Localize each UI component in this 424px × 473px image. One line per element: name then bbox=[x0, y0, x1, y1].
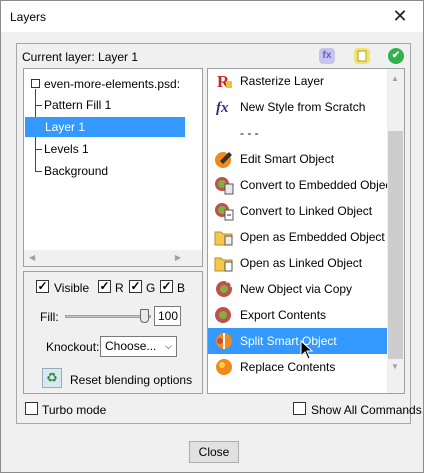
knockout-label: Knockout: bbox=[46, 340, 100, 354]
channel-g-label: G bbox=[146, 281, 156, 295]
knockout-value: Choose... bbox=[105, 339, 157, 353]
command-item[interactable]: - - - bbox=[208, 120, 389, 146]
open-linked-icon bbox=[214, 253, 234, 273]
reset-blending-label[interactable]: Reset blending options bbox=[70, 373, 192, 387]
scroll-corner bbox=[185, 250, 202, 266]
window-close-icon[interactable]: ✕ bbox=[387, 5, 413, 27]
export-contents-icon bbox=[214, 305, 234, 325]
command-label: New Object via Copy bbox=[240, 282, 353, 296]
command-item[interactable]: Open as Linked Object bbox=[208, 250, 389, 276]
tree-connector bbox=[35, 171, 42, 172]
channel-b-checkbox[interactable]: ✓ bbox=[160, 280, 173, 293]
blending-options: ✓ Visible ✓ R ✓ G ✓ B Fill: 100 Knockout… bbox=[23, 271, 203, 394]
close-button[interactable]: Close bbox=[189, 441, 239, 463]
layers-dialog: Layers ✕ Current layer: Layer 1 fx ✔ eve… bbox=[0, 0, 424, 473]
command-item[interactable]: R Rasterize Layer bbox=[208, 69, 389, 94]
command-label: New Style from Scratch bbox=[240, 100, 366, 114]
channel-r-label: R bbox=[115, 281, 124, 295]
edit-smart-object-icon bbox=[214, 149, 234, 169]
command-separator-label: - - - bbox=[240, 126, 259, 140]
command-label: Open as Linked Object bbox=[240, 256, 363, 270]
command-label: Rasterize Layer bbox=[240, 74, 325, 88]
tree-horizontal-scrollbar[interactable]: ◀ ▶ bbox=[24, 250, 186, 266]
command-label: Split Smart Object bbox=[240, 334, 337, 348]
fill-input[interactable]: 100 bbox=[154, 306, 181, 326]
channel-b-label: B bbox=[177, 281, 186, 295]
command-label: Convert to Embedded Object bbox=[240, 178, 395, 192]
current-layer-label: Current layer: Layer 1 bbox=[22, 50, 139, 64]
tree-connector bbox=[35, 149, 42, 150]
tree-item-pattern-fill-1[interactable]: Pattern Fill 1 bbox=[44, 95, 111, 115]
command-item[interactable]: New Object via Copy bbox=[208, 276, 389, 302]
command-item[interactable]: fx New Style from Scratch bbox=[208, 94, 389, 120]
scroll-right-icon[interactable]: ▶ bbox=[175, 253, 181, 262]
fx-style-icon: fx bbox=[214, 97, 234, 117]
command-label: Edit Smart Object bbox=[240, 152, 335, 166]
command-item[interactable]: Convert to Linked Object bbox=[208, 198, 389, 224]
tree-item-levels-1[interactable]: Levels 1 bbox=[44, 139, 89, 159]
visible-checkbox[interactable]: ✓ bbox=[36, 280, 49, 293]
scroll-up-icon[interactable]: ▲ bbox=[391, 74, 399, 83]
command-item[interactable]: Open as Embedded Object bbox=[208, 224, 389, 250]
scroll-down-icon[interactable]: ▼ bbox=[391, 362, 399, 371]
title-bar: Layers ✕ bbox=[1, 1, 423, 32]
channel-r-checkbox[interactable]: ✓ bbox=[98, 280, 111, 293]
window-title: Layers bbox=[10, 10, 47, 24]
tree-root-checkbox[interactable] bbox=[31, 79, 40, 88]
turbo-mode-label: Turbo mode bbox=[42, 403, 107, 417]
commands-vertical-scrollbar[interactable]: ▲ ▼ bbox=[387, 69, 404, 393]
tree-item-layer-1[interactable]: Layer 1 bbox=[25, 117, 185, 137]
svg-text:fx: fx bbox=[216, 100, 229, 116]
check-icon[interactable]: ✔ bbox=[388, 48, 404, 64]
turbo-mode-checkbox[interactable] bbox=[25, 402, 38, 415]
command-label: Export Contents bbox=[240, 308, 327, 322]
smart-object-icon[interactable] bbox=[354, 48, 370, 64]
command-item[interactable]: Convert to Embedded Object bbox=[208, 172, 395, 198]
chevron-down-icon: ⌵ bbox=[165, 341, 172, 351]
command-item[interactable]: Export Contents bbox=[208, 302, 389, 328]
convert-embedded-icon bbox=[214, 175, 234, 195]
fill-slider-thumb[interactable] bbox=[140, 309, 149, 323]
command-label: Replace Contents bbox=[240, 360, 336, 374]
mouse-cursor-icon bbox=[300, 340, 314, 360]
scroll-left-icon[interactable]: ◀ bbox=[29, 253, 35, 262]
convert-linked-icon bbox=[214, 201, 234, 221]
fill-label: Fill: bbox=[40, 310, 59, 324]
new-object-copy-icon bbox=[214, 279, 234, 299]
layer-tree[interactable]: even-more-elements.psd: Pattern Fill 1 L… bbox=[23, 68, 203, 267]
recycle-icon[interactable]: ♻ bbox=[42, 368, 62, 388]
split-smart-object-icon bbox=[214, 331, 234, 351]
command-label: Convert to Linked Object bbox=[240, 204, 373, 218]
knockout-select[interactable]: Choose... ⌵ bbox=[100, 336, 177, 357]
show-all-commands-label: Show All Commands bbox=[311, 403, 422, 417]
rasterize-icon: R bbox=[214, 71, 234, 91]
command-item-selected[interactable]: Split Smart Object bbox=[208, 328, 389, 354]
fill-slider-track[interactable] bbox=[65, 315, 151, 318]
replace-contents-icon bbox=[214, 357, 234, 377]
open-embedded-icon bbox=[214, 227, 234, 247]
show-all-commands-checkbox[interactable] bbox=[293, 402, 306, 415]
visible-label: Visible bbox=[54, 281, 90, 295]
tree-root-label[interactable]: even-more-elements.psd: bbox=[44, 74, 180, 94]
command-item[interactable]: Replace Contents bbox=[208, 354, 389, 380]
tree-item-background[interactable]: Background bbox=[44, 161, 108, 181]
fx-icon[interactable]: fx bbox=[319, 48, 335, 64]
command-label: Open as Embedded Object bbox=[240, 230, 385, 244]
tree-connector bbox=[35, 105, 42, 106]
scrollbar-thumb[interactable] bbox=[388, 131, 403, 359]
command-item[interactable]: Edit Smart Object bbox=[208, 146, 389, 172]
channel-g-checkbox[interactable]: ✓ bbox=[129, 280, 142, 293]
